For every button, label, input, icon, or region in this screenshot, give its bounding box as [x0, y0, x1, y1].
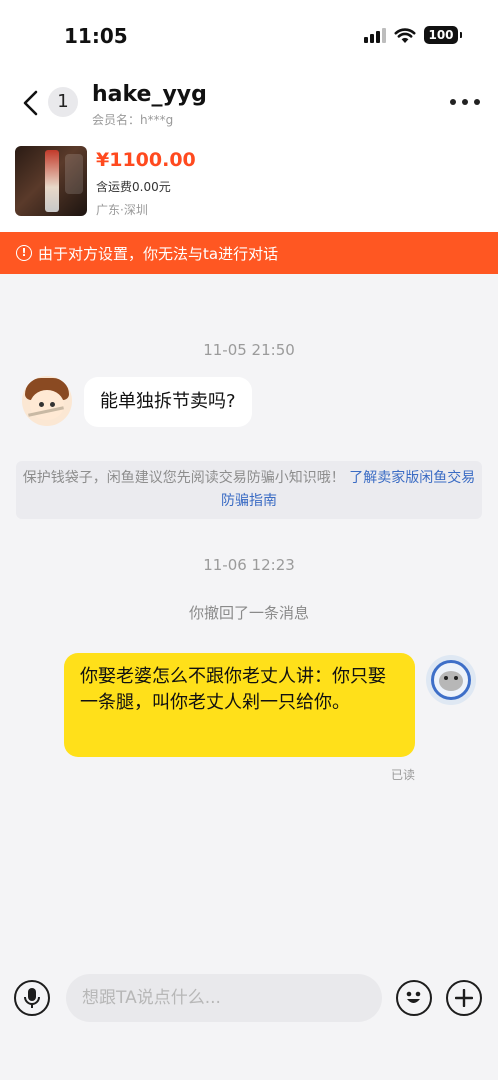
product-thumbnail[interactable] [15, 146, 87, 216]
battery-icon: 100 [424, 26, 462, 44]
recall-notice: 你撤回了一条消息 [188, 604, 309, 622]
status-icons: 100 [364, 26, 462, 44]
product-location: 广东·深圳 [96, 203, 148, 217]
more-options-icon[interactable] [450, 92, 480, 112]
chat-title: hake_yyg [92, 82, 207, 107]
avatar[interactable] [426, 655, 476, 705]
read-status: 已读 [391, 768, 416, 782]
wifi-icon [394, 27, 416, 43]
timestamp: 11-05 21:50 [203, 341, 295, 359]
member-name: 会员名：h***g [92, 113, 174, 127]
product-price: ¥1100.00 [96, 149, 196, 171]
message-bubble-sent[interactable]: 你娶老婆怎么不跟你老丈人讲：你只娶一条腿，叫你老丈人剁一只给你。 [64, 653, 415, 757]
back-chevron-icon[interactable] [18, 88, 44, 118]
plus-icon[interactable] [446, 980, 482, 1016]
safety-tip-text: 保护钱袋子，闲鱼建议您先阅读交易防骗小知识哦！ [22, 470, 345, 486]
signal-icon [364, 27, 386, 43]
timestamp: 11-06 12:23 [203, 556, 295, 574]
status-time: 11:05 [64, 24, 128, 48]
alert-icon: ! [16, 245, 32, 261]
safety-tip: 保护钱袋子，闲鱼建议您先阅读交易防骗小知识哦！ 了解卖家版闲鱼交易防骗指南 [16, 461, 482, 519]
unread-count-badge[interactable]: 1 [48, 87, 78, 117]
emoji-icon[interactable] [396, 980, 432, 1016]
shipping-info: 含运费0.00元 [96, 180, 171, 194]
warning-banner: ! 由于对方设置，你无法与ta进行对话 [0, 232, 498, 274]
avatar[interactable] [22, 376, 72, 426]
message-input[interactable] [66, 974, 382, 1022]
message-bubble-received[interactable]: 能单独拆节卖吗? [84, 377, 252, 427]
microphone-icon[interactable] [14, 980, 50, 1016]
warning-text: 由于对方设置，你无法与ta进行对话 [38, 244, 279, 263]
